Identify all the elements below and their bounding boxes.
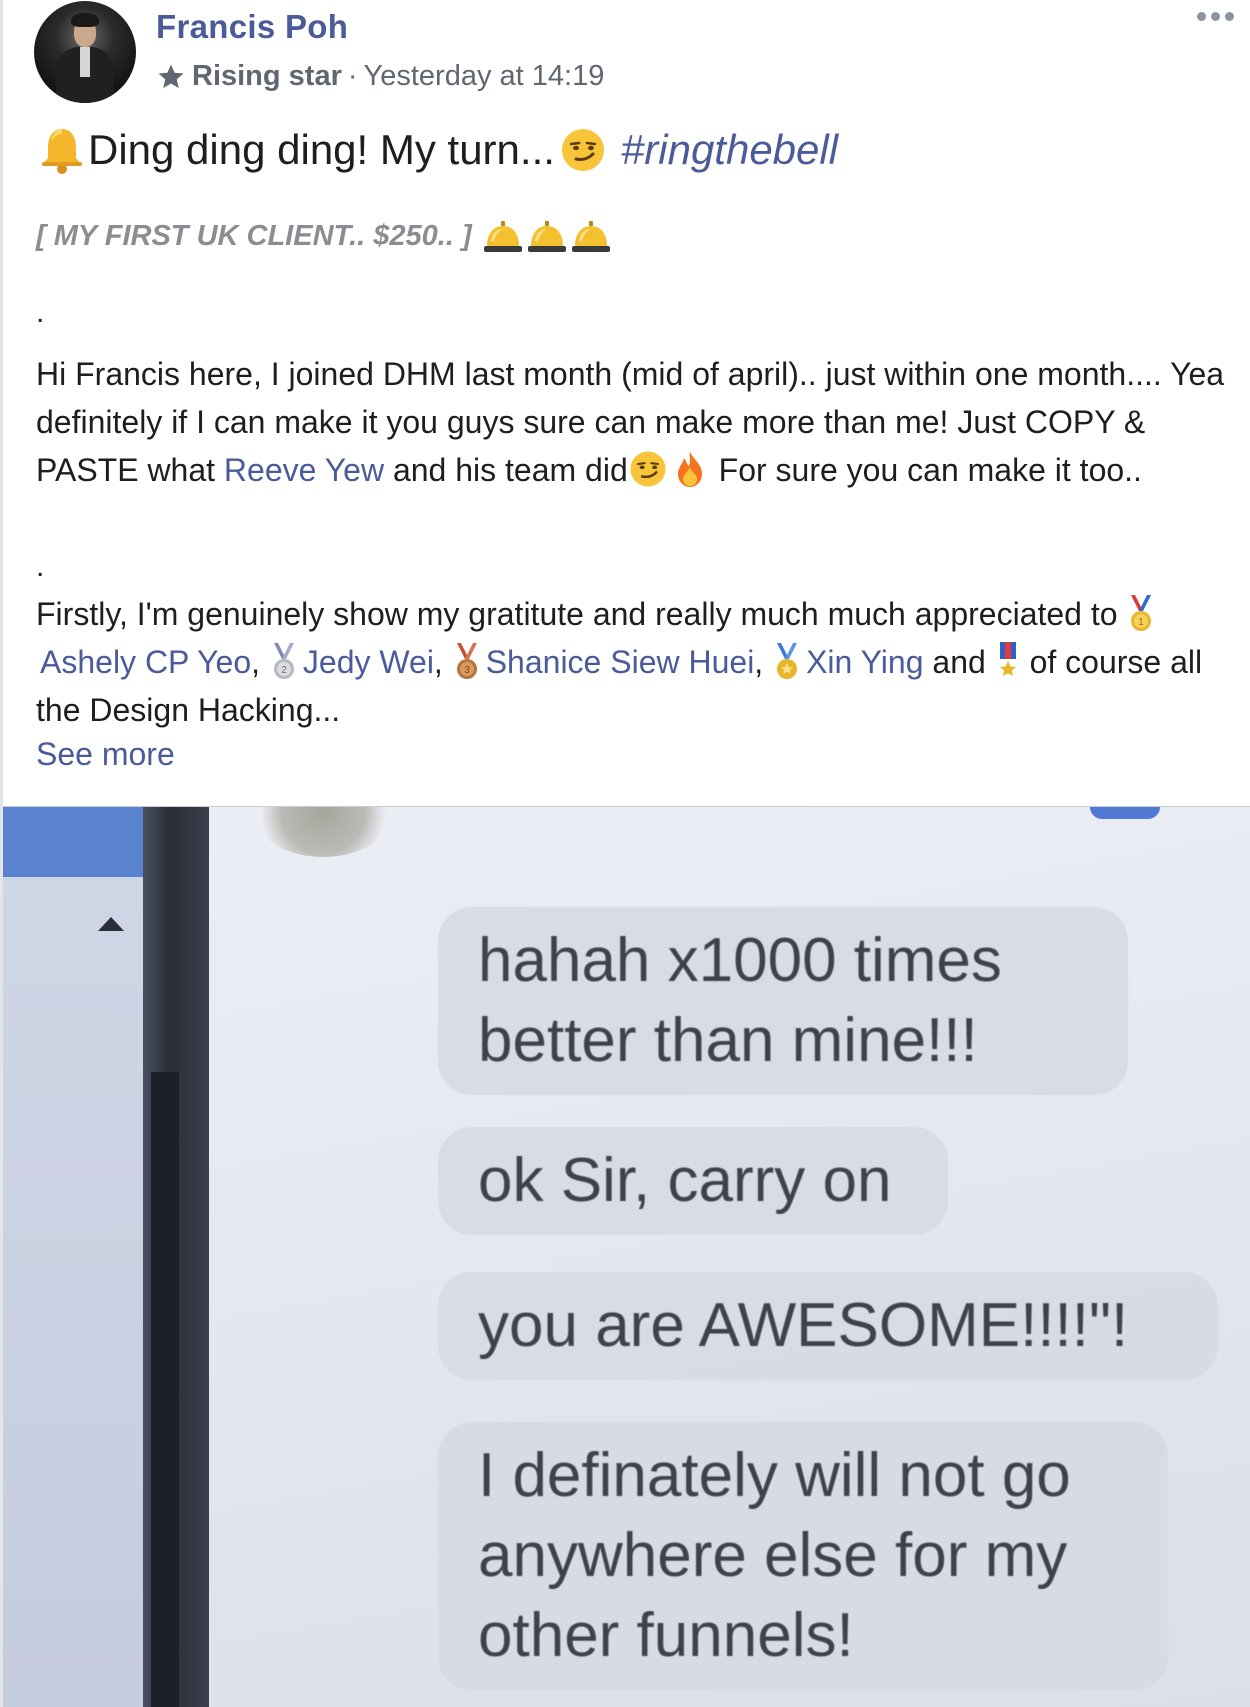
- silver-medal-emoji: 2: [273, 643, 294, 679]
- post-timestamp[interactable]: Yesterday at 14:19: [364, 60, 605, 93]
- mention-jedy-wei[interactable]: Jedy Wei: [303, 644, 434, 680]
- gold-medal-emoji: 1: [1131, 595, 1152, 631]
- comma: ,: [433, 644, 452, 680]
- smirk-emoji: [561, 129, 604, 171]
- and-text: and: [923, 644, 995, 680]
- photo-side-region: [3, 877, 143, 1707]
- post-meta: Rising star · Yesterday at 14:19: [156, 60, 604, 93]
- author-name[interactable]: Francis Poh: [156, 8, 348, 46]
- spacer-dot: .: [36, 296, 45, 329]
- post-photo[interactable]: hahah x1000 times better than mine!!! ok…: [3, 806, 1250, 1707]
- svg-text:2: 2: [281, 665, 287, 676]
- svg-text:1: 1: [1139, 617, 1145, 628]
- member-badge[interactable]: Rising star: [192, 60, 342, 93]
- avatar[interactable]: [34, 1, 136, 103]
- service-bell-emoji: [483, 221, 522, 252]
- service-bell-emoji: [571, 221, 610, 252]
- chat-blue-element: [1090, 807, 1160, 819]
- paragraph-text: For sure you can make it too..: [709, 452, 1142, 488]
- avatar-shirt: [80, 47, 90, 77]
- post-paragraph-2: Firstly, I'm genuinely show my gratitute…: [36, 590, 1226, 734]
- facebook-post: Francis Poh Rising star · Yesterday at 1…: [0, 0, 1250, 1707]
- mention-shanice-siew-huei[interactable]: Shanice Siew Huei: [486, 644, 755, 680]
- svg-text:3: 3: [464, 665, 470, 676]
- service-bell-emoji: [527, 221, 566, 252]
- meta-separator: ·: [347, 60, 358, 92]
- photo-blue-region: [3, 807, 143, 877]
- mention-ashely-cp-yeo[interactable]: Ashely CP Yeo: [40, 644, 251, 680]
- comma: ,: [251, 644, 269, 680]
- smirk-emoji: [630, 451, 666, 487]
- subhead-text: [ MY FIRST UK CLIENT.. $250.. ]: [36, 219, 472, 252]
- post-paragraph-1: Hi Francis here, I joined DHM last month…: [36, 350, 1226, 494]
- mention-reeve-yew[interactable]: Reeve Yew: [224, 452, 384, 488]
- fire-emoji: [677, 451, 702, 487]
- see-more-link[interactable]: See more: [36, 736, 175, 773]
- headline-text: Ding ding ding! My turn...: [88, 126, 555, 173]
- bell-emoji: [42, 129, 82, 174]
- paragraph-text: and his team did: [384, 452, 628, 488]
- chat-message-bubble: hahah x1000 times better than mine!!!: [438, 907, 1128, 1095]
- comma: ,: [754, 644, 773, 680]
- hashtag-link[interactable]: #ringthebell: [621, 126, 838, 174]
- chat-message-bubble: I definately will not go anywhere else f…: [438, 1422, 1168, 1690]
- more-options-icon[interactable]: [1197, 12, 1234, 21]
- bronze-medal-emoji: 3: [456, 643, 477, 679]
- chat-message-bubble: ok Sir, carry on: [438, 1127, 948, 1235]
- post-subhead: [ MY FIRST UK CLIENT.. $250.. ]: [36, 215, 612, 257]
- paragraph-text: Firstly, I'm genuinely show my gratitute…: [36, 596, 1127, 632]
- chat-message-bubble: you are AWESOME!!!!"!: [438, 1272, 1218, 1380]
- post-headline: Ding ding ding! My turn... #ringthebell: [36, 124, 838, 176]
- photo-bezel-dark: [151, 1072, 179, 1707]
- avatar-hair: [71, 13, 99, 27]
- mention-xin-ying[interactable]: Xin Ying: [806, 644, 923, 680]
- star-icon: [158, 64, 184, 88]
- spacer-dot: .: [36, 550, 45, 583]
- sports-medal-emoji: [777, 643, 798, 679]
- scroll-up-arrow-icon: [98, 917, 124, 931]
- military-medal-emoji: [999, 642, 1016, 676]
